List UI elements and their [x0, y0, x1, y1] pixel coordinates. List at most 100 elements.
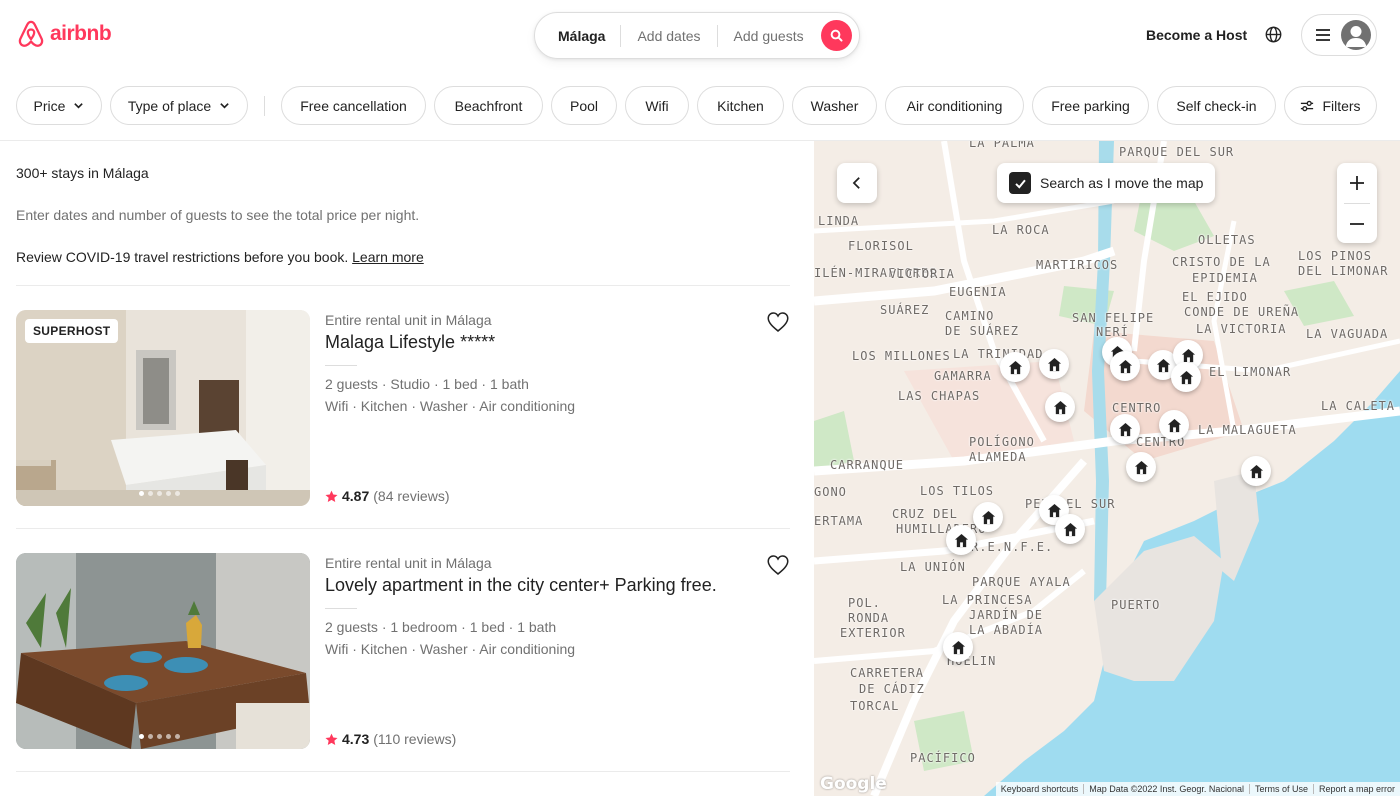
map-label: CRUZ DEL: [892, 507, 958, 521]
search-bar[interactable]: Málaga Add dates Add guests: [534, 12, 860, 59]
map-label: DE SUÁREZ: [945, 324, 1020, 338]
listing-card[interactable]: SUPERHOST Entire rental unit in Málaga M…: [16, 310, 790, 506]
listing-map-pin[interactable]: [973, 502, 1003, 532]
listing-type: Entire rental unit in Málaga: [325, 312, 492, 328]
pager-dot[interactable]: [148, 491, 153, 496]
price-filter-button[interactable]: Price: [16, 86, 102, 125]
listing-title[interactable]: Malaga Lifestyle *****: [325, 332, 495, 353]
map-panel[interactable]: LA PALMA PARQUE DEL SUR LINDA FLORISOL L…: [814, 141, 1400, 796]
pager-dot[interactable]: [166, 491, 171, 496]
chip-beachfront[interactable]: Beachfront: [434, 86, 543, 125]
map-label: SAN FELIPE: [1072, 311, 1155, 325]
review-count: (84 reviews): [373, 488, 450, 504]
divider: [16, 771, 790, 772]
type-of-place-filter-button[interactable]: Type of place: [110, 86, 248, 125]
home-icon: [951, 640, 965, 654]
chip-free-parking[interactable]: Free parking: [1032, 86, 1149, 125]
photo-pager[interactable]: [139, 491, 180, 496]
collapse-map-button[interactable]: [837, 163, 877, 203]
pager-dot[interactable]: [166, 734, 171, 739]
map-attribution: Keyboard shortcuts Map Data ©2022 Inst. …: [995, 782, 1400, 796]
results-list: 300+ stays in Málaga Enter dates and num…: [16, 141, 790, 796]
chevron-down-icon: [74, 103, 84, 109]
listing-map-pin[interactable]: [1055, 514, 1085, 544]
map-label: DE CÁDIZ: [859, 682, 925, 696]
map-label: GONO: [814, 485, 847, 499]
map-label: LA MALAGUETA: [1198, 423, 1297, 437]
chip-pool[interactable]: Pool: [551, 86, 617, 125]
listing-map-pin[interactable]: [1110, 351, 1140, 381]
top-header: airbnb Málaga Add dates Add guests Becom…: [0, 0, 1400, 71]
terms-of-use-link[interactable]: Terms of Use: [1250, 784, 1313, 794]
map-label: FLORISOL: [848, 239, 914, 253]
filter-bar: Price Type of place Free cancellation Be…: [0, 71, 1400, 141]
keyboard-shortcuts-link[interactable]: Keyboard shortcuts: [996, 784, 1084, 794]
google-logo: Google: [820, 774, 887, 794]
search-button[interactable]: [821, 20, 852, 51]
photo-pager[interactable]: [139, 734, 180, 739]
checkmark-icon: [1014, 179, 1026, 189]
dining-room-photo: [16, 553, 310, 749]
pager-dot[interactable]: [175, 734, 180, 739]
listing-map-pin[interactable]: [946, 525, 976, 555]
listing-rating: 4.73 (110 reviews): [325, 731, 456, 747]
chevron-down-icon: [220, 103, 229, 109]
pager-dot[interactable]: [139, 734, 144, 739]
search-as-move-checkbox[interactable]: [1009, 172, 1031, 194]
listing-map-pin[interactable]: [1241, 456, 1271, 486]
become-host-link[interactable]: Become a Host: [1146, 27, 1247, 43]
chip-free-cancellation[interactable]: Free cancellation: [281, 86, 426, 125]
map-label: VICTORIA: [889, 267, 955, 281]
search-location[interactable]: Málaga: [535, 28, 620, 44]
map-label: LAS CHAPAS: [898, 389, 981, 403]
map-label: LOS TILOS: [920, 484, 995, 498]
user-menu-button[interactable]: [1301, 14, 1377, 56]
pager-dot[interactable]: [157, 491, 162, 496]
language-button[interactable]: [1265, 26, 1282, 48]
chip-washer[interactable]: Washer: [792, 86, 877, 125]
listing-map-pin[interactable]: [1171, 362, 1201, 392]
divider: [16, 528, 790, 529]
listing-map-pin[interactable]: [1045, 392, 1075, 422]
map-label: LOS PINOS: [1298, 249, 1373, 263]
listing-title[interactable]: Lovely apartment in the city center+ Par…: [325, 575, 717, 596]
listing-map-pin[interactable]: [1110, 414, 1140, 444]
learn-more-link[interactable]: Learn more: [352, 249, 424, 265]
chip-self-check-in[interactable]: Self check-in: [1157, 86, 1276, 125]
map-label: TORCAL: [850, 699, 900, 713]
listing-map-pin[interactable]: [1039, 349, 1069, 379]
filters-button[interactable]: Filters: [1284, 86, 1377, 125]
wishlist-button[interactable]: [766, 310, 790, 339]
heart-icon: [767, 312, 789, 332]
search-as-move-label: Search as I move the map: [1040, 175, 1204, 191]
report-map-error-link[interactable]: Report a map error: [1314, 784, 1400, 794]
map-label: EL LIMONAR: [1209, 365, 1292, 379]
home-icon: [1047, 503, 1061, 517]
filters-label: Filters: [1322, 97, 1361, 114]
listing-card[interactable]: Entire rental unit in Málaga Lovely apar…: [16, 553, 790, 749]
pager-dot[interactable]: [175, 491, 180, 496]
wishlist-button[interactable]: [766, 553, 790, 582]
listing-map-pin[interactable]: [1126, 452, 1156, 482]
airbnb-logo[interactable]: airbnb: [16, 18, 112, 50]
pager-dot[interactable]: [157, 734, 162, 739]
listing-map-pin[interactable]: [1159, 410, 1189, 440]
map-label: LA PALMA: [969, 141, 1035, 150]
listing-photo[interactable]: [16, 553, 310, 749]
map-label: CAMINO: [945, 309, 995, 323]
chip-air-conditioning[interactable]: Air conditioning: [885, 86, 1024, 125]
zoom-in-button[interactable]: [1337, 163, 1377, 203]
pager-dot[interactable]: [148, 734, 153, 739]
search-dates[interactable]: Add dates: [621, 28, 716, 44]
chip-wifi[interactable]: Wifi: [625, 86, 689, 125]
search-guests[interactable]: Add guests: [718, 28, 820, 44]
listing-map-pin[interactable]: [1000, 352, 1030, 382]
listing-photo[interactable]: SUPERHOST: [16, 310, 310, 506]
map-label: CARRETERA: [850, 666, 925, 680]
chip-kitchen[interactable]: Kitchen: [697, 86, 784, 125]
zoom-out-button[interactable]: [1337, 204, 1377, 244]
pager-dot[interactable]: [139, 491, 144, 496]
search-as-move-toggle[interactable]: Search as I move the map: [997, 163, 1216, 203]
home-icon: [1053, 400, 1067, 414]
listing-map-pin[interactable]: [943, 632, 973, 662]
